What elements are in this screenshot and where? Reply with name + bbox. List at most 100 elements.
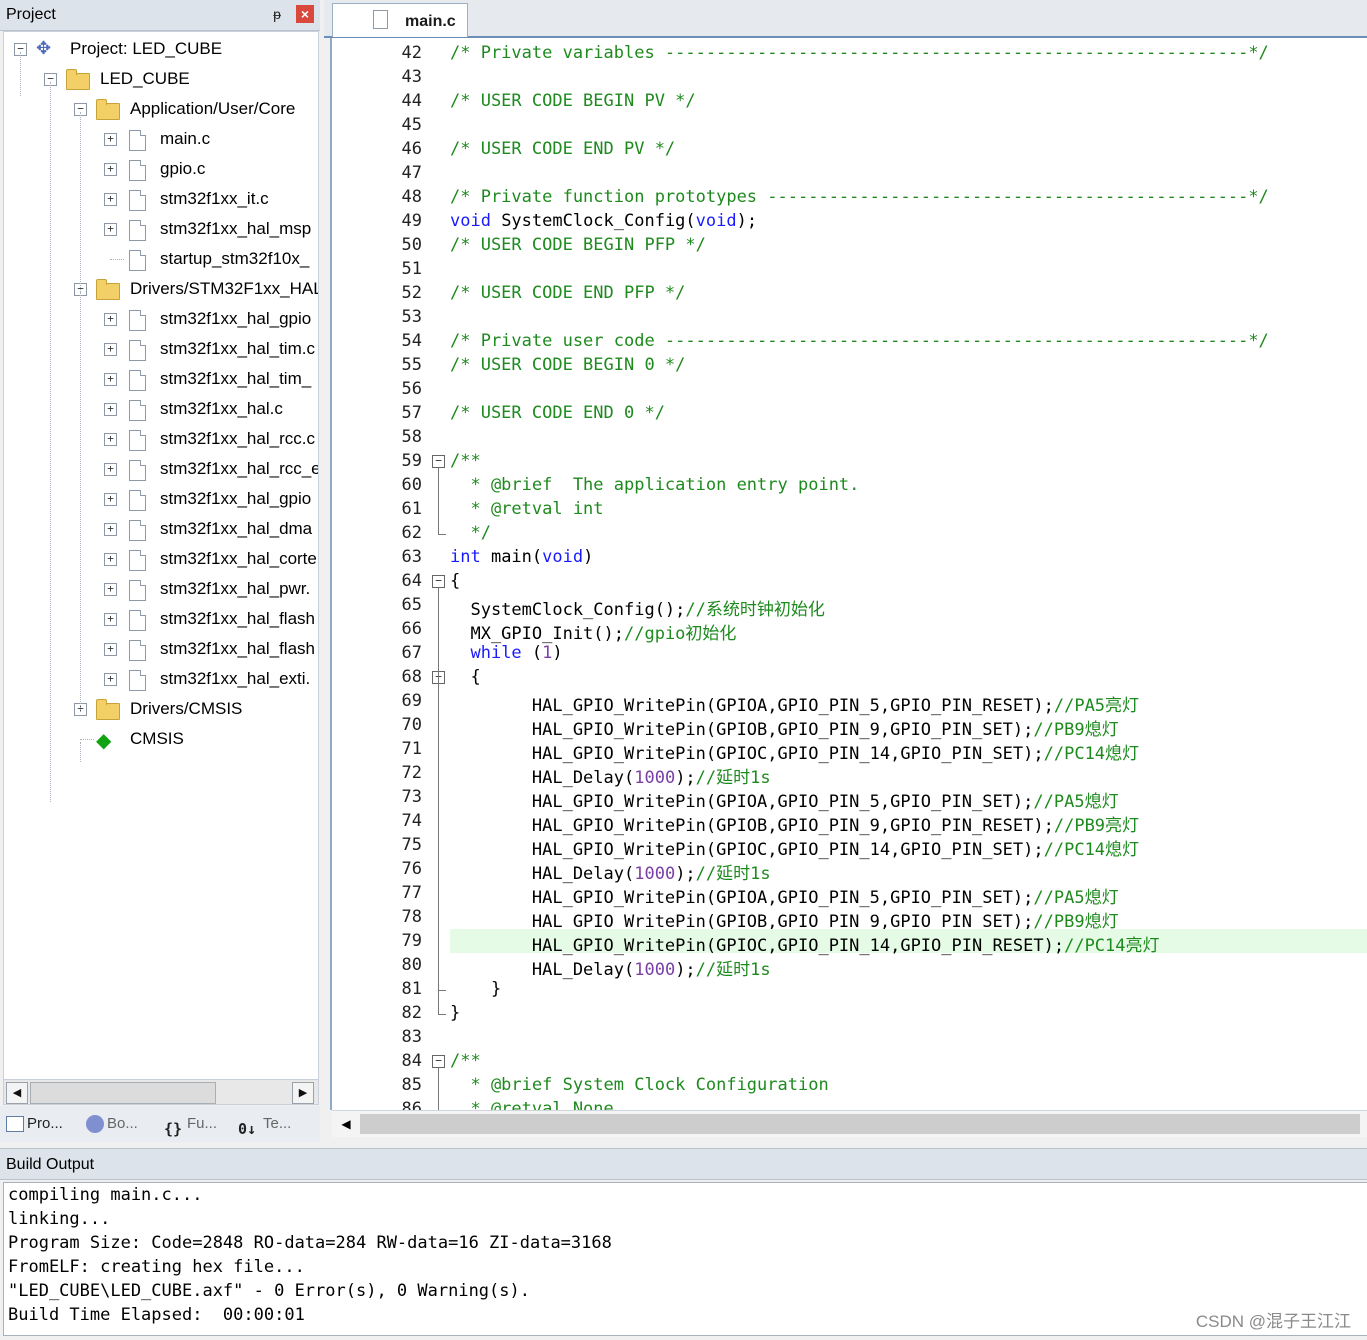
current-line[interactable]: HAL_GPIO_WritePin(GPIOC,GPIO_PIN_14,GPIO…: [450, 929, 1367, 956]
code-line[interactable]: /* USER CODE END PV */: [450, 137, 1367, 161]
tree-item[interactable]: + stm32f1xx_hal_corte: [4, 544, 318, 574]
scroll-left-icon[interactable]: ◀: [336, 1114, 356, 1134]
tree-item[interactable]: + stm32f1xx_hal_msp: [4, 214, 318, 244]
code-line[interactable]: [450, 113, 1367, 137]
code-line[interactable]: HAL_GPIO_WritePin(GPIOB,GPIO_PIN_9,GPIO_…: [450, 809, 1367, 836]
expand-icon[interactable]: +: [104, 613, 117, 626]
code-line[interactable]: [450, 377, 1367, 401]
code-area[interactable]: /* Private variables -------------------…: [450, 38, 1367, 1110]
code-line[interactable]: }: [450, 977, 1367, 1001]
tree-item[interactable]: ◆ CMSIS: [4, 724, 318, 754]
code-line[interactable]: [450, 161, 1367, 185]
expand-icon[interactable]: +: [104, 583, 117, 596]
code-line[interactable]: /* Private function prototypes ---------…: [450, 185, 1367, 209]
code-line[interactable]: /**: [450, 1049, 1367, 1073]
expand-icon[interactable]: +: [104, 163, 117, 176]
code-line[interactable]: * @brief The application entry point.: [450, 473, 1367, 497]
code-editor[interactable]: 42 43 44 45 46 47 48 49 50 51 52 53 54 55 56 57 58 59 60 61…: [330, 38, 1367, 1110]
fold-collapse-icon[interactable]: −: [432, 455, 445, 468]
code-line[interactable]: HAL_GPIO_WritePin(GPIOC,GPIO_PIN_14,GPIO…: [450, 737, 1367, 764]
tree-item[interactable]: + main.c: [4, 124, 318, 154]
code-line[interactable]: [450, 305, 1367, 329]
code-line[interactable]: [450, 425, 1367, 449]
expand-icon[interactable]: +: [104, 463, 117, 476]
code-line[interactable]: {: [450, 665, 1367, 689]
code-line[interactable]: HAL_GPIO_WritePin(GPIOA,GPIO_PIN_5,GPIO_…: [450, 689, 1367, 716]
tree-item[interactable]: + stm32f1xx_hal_rcc_e: [4, 454, 318, 484]
code-line[interactable]: {: [450, 569, 1367, 593]
tree-item[interactable]: + gpio.c: [4, 154, 318, 184]
scroll-track[interactable]: [360, 1114, 1360, 1134]
code-line[interactable]: void SystemClock_Config(void);: [450, 209, 1367, 233]
code-line[interactable]: [450, 257, 1367, 281]
tree-item[interactable]: + stm32f1xx_hal_exti.: [4, 664, 318, 694]
expand-icon[interactable]: +: [104, 493, 117, 506]
code-line[interactable]: HAL_GPIO_WritePin(GPIOC,GPIO_PIN_14,GPIO…: [450, 833, 1367, 860]
tree-item[interactable]: − LED_CUBE: [4, 64, 318, 94]
expand-icon[interactable]: +: [104, 523, 117, 536]
tree-item[interactable]: − Drivers/STM32F1xx_HAL: [4, 274, 318, 304]
tab-project[interactable]: Pro...: [6, 1110, 63, 1138]
tree-item[interactable]: + stm32f1xx_it.c: [4, 184, 318, 214]
tree-item[interactable]: + stm32f1xx_hal_tim.c: [4, 334, 318, 364]
expand-icon[interactable]: +: [104, 343, 117, 356]
code-line[interactable]: [450, 1025, 1367, 1049]
editor-scrollbar[interactable]: ◀: [332, 1110, 1367, 1137]
code-line[interactable]: [450, 65, 1367, 89]
tree-item[interactable]: + stm32f1xx_hal.c: [4, 394, 318, 424]
tree-item[interactable]: + stm32f1xx_hal_gpio: [4, 484, 318, 514]
code-line[interactable]: /* USER CODE BEGIN PFP */: [450, 233, 1367, 257]
expand-icon[interactable]: +: [104, 313, 117, 326]
tree-item[interactable]: − Application/User/Core: [4, 94, 318, 124]
expand-icon[interactable]: +: [104, 643, 117, 656]
expand-icon[interactable]: +: [104, 193, 117, 206]
expand-icon[interactable]: +: [104, 373, 117, 386]
tree-item[interactable]: + stm32f1xx_hal_gpio: [4, 304, 318, 334]
code-line[interactable]: HAL_Delay(1000);//延时1s: [450, 857, 1367, 884]
build-output-panel[interactable]: compiling main.c... linking... Program Siz…: [3, 1182, 1367, 1336]
code-line[interactable]: * @brief System Clock Configuration: [450, 1073, 1367, 1097]
expand-icon[interactable]: +: [104, 133, 117, 146]
scroll-thumb[interactable]: [30, 1082, 216, 1104]
tree-item[interactable]: + stm32f1xx_hal_flash: [4, 604, 318, 634]
code-line[interactable]: * @retval int: [450, 497, 1367, 521]
tree-item[interactable]: + stm32f1xx_hal_tim_: [4, 364, 318, 394]
scroll-right-icon[interactable]: ▶: [292, 1082, 314, 1104]
code-line[interactable]: /* USER CODE BEGIN PV */: [450, 89, 1367, 113]
pin-icon[interactable]: ᵽ: [268, 5, 286, 23]
code-line[interactable]: /**: [450, 449, 1367, 473]
code-line[interactable]: */: [450, 521, 1367, 545]
tab-templates[interactable]: 0↓ Te...: [238, 1110, 291, 1138]
tree-item[interactable]: + stm32f1xx_hal_pwr.: [4, 574, 318, 604]
expand-icon[interactable]: +: [104, 223, 117, 236]
code-line[interactable]: int main(void): [450, 545, 1367, 569]
close-icon[interactable]: ×: [296, 5, 314, 23]
code-line[interactable]: /* Private user code -------------------…: [450, 329, 1367, 353]
tab-books[interactable]: Bo...: [86, 1110, 138, 1138]
code-line[interactable]: }: [450, 1001, 1367, 1025]
code-line[interactable]: HAL_GPIO_WritePin(GPIOA,GPIO_PIN_5,GPIO_…: [450, 881, 1367, 908]
code-line[interactable]: while (1): [450, 641, 1367, 665]
expand-icon[interactable]: +: [104, 553, 117, 566]
code-line[interactable]: HAL_Delay(1000);//延时1s: [450, 761, 1367, 788]
code-line[interactable]: /* USER CODE BEGIN 0 */: [450, 353, 1367, 377]
code-line[interactable]: HAL_GPIO_WritePin(GPIOB,GPIO_PIN_9,GPIO_…: [450, 905, 1367, 932]
code-line[interactable]: /* USER CODE END PFP */: [450, 281, 1367, 305]
code-line[interactable]: SystemClock_Config();//系统时钟初始化: [450, 593, 1367, 620]
tree-item[interactable]: + Drivers/CMSIS: [4, 694, 318, 724]
fold-collapse-icon[interactable]: −: [432, 1055, 445, 1068]
code-line[interactable]: HAL_GPIO_WritePin(GPIOB,GPIO_PIN_9,GPIO_…: [450, 713, 1367, 740]
code-line[interactable]: MX_GPIO_Init();//gpio初始化: [450, 617, 1367, 644]
tab-functions[interactable]: {} Fu...: [164, 1110, 217, 1138]
tree-item[interactable]: + stm32f1xx_hal_flash: [4, 634, 318, 664]
scroll-left-icon[interactable]: ◀: [6, 1082, 28, 1104]
expand-icon[interactable]: +: [104, 673, 117, 686]
project-tree-scrollbar[interactable]: ◀ ▶: [3, 1079, 319, 1105]
tree-item[interactable]: + stm32f1xx_hal_rcc.c: [4, 424, 318, 454]
code-line[interactable]: /* Private variables -------------------…: [450, 41, 1367, 65]
tab-main-c[interactable]: main.c: [332, 3, 468, 37]
code-line[interactable]: * @retval None: [450, 1097, 1367, 1110]
expand-icon[interactable]: +: [104, 403, 117, 416]
code-line[interactable]: HAL_GPIO_WritePin(GPIOA,GPIO_PIN_5,GPIO_…: [450, 785, 1367, 812]
tree-item[interactable]: + stm32f1xx_hal_dma: [4, 514, 318, 544]
